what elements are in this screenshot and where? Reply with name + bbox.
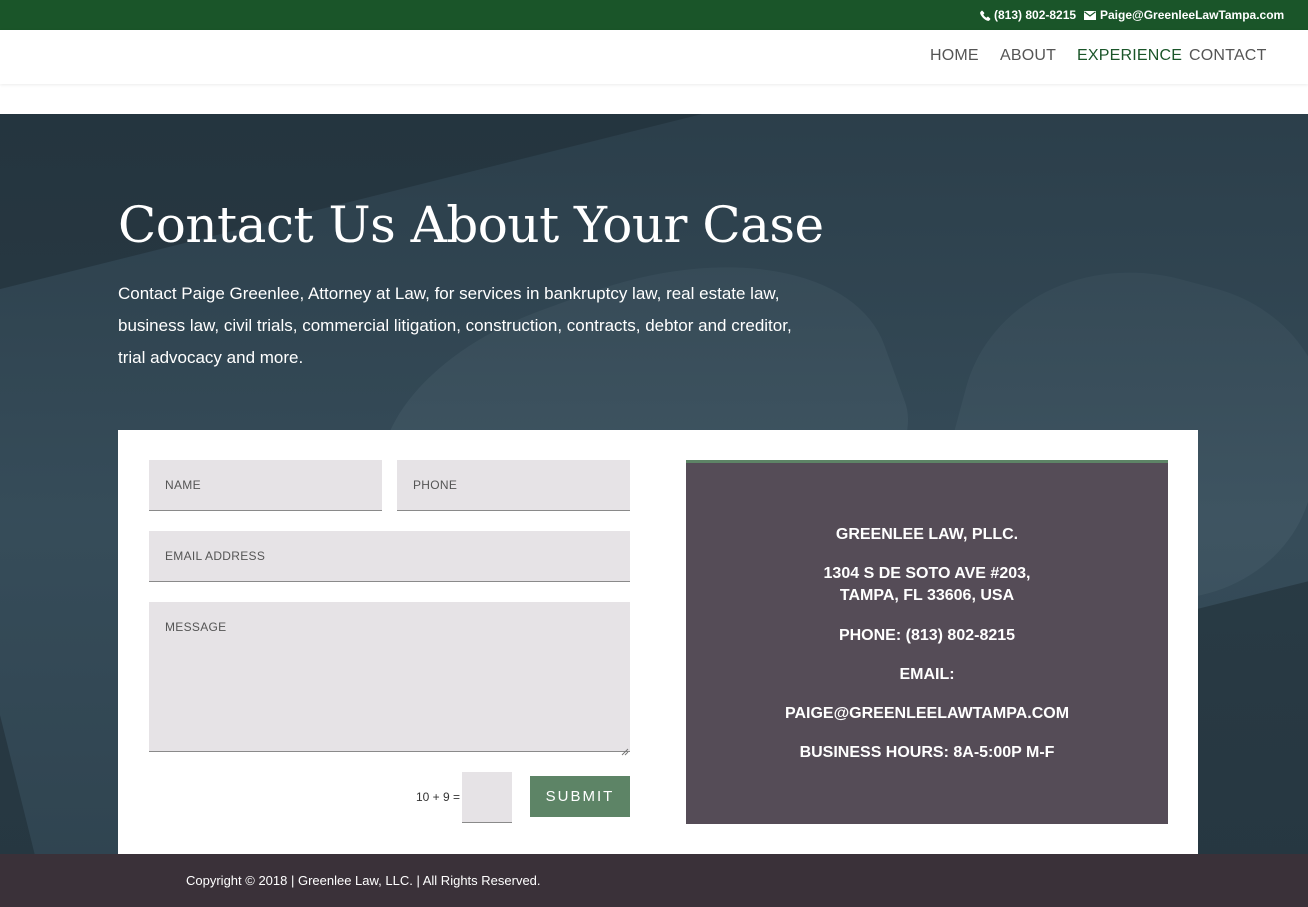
business-hours: BUSINESS HOURS: 8A-5:00P M-F bbox=[799, 744, 1055, 761]
topbar-phone-text: (813) 802-8215 bbox=[994, 8, 1077, 22]
nav-contact[interactable]: CONTACT bbox=[1189, 47, 1267, 65]
message-textarea[interactable] bbox=[149, 602, 630, 752]
address-line-2: TAMPA, FL 33606, USA bbox=[839, 587, 1015, 604]
envelope-icon bbox=[1084, 10, 1096, 20]
nav-home[interactable]: HOME bbox=[930, 47, 979, 65]
contact-info-panel: GREENLEE LAW, PLLC. 1304 S DE SOTO AVE #… bbox=[686, 460, 1168, 824]
copyright-text: Copyright © 2018 | Greenlee Law, LLC. | … bbox=[186, 873, 541, 888]
page-title: Contact Us About Your Case bbox=[118, 196, 824, 254]
topbar-email-text: Paige@GreenleeLawTampa.com bbox=[1100, 8, 1285, 22]
nav-experience[interactable]: EXPERIENCE bbox=[1077, 47, 1182, 65]
email-input[interactable] bbox=[149, 531, 630, 582]
firm-email[interactable]: PAIGE@GREENLEELAWTAMPA.COM bbox=[686, 703, 1168, 725]
captcha-label: 10 + 9 = bbox=[416, 790, 461, 804]
main-nav: HOME ABOUT EXPERIENCE CONTACT bbox=[0, 30, 1308, 84]
firm-name: GREENLEE LAW, PLLC. bbox=[835, 526, 1019, 543]
firm-address: 1304 S DE SOTO AVE #203, TAMPA, FL 33606… bbox=[686, 563, 1168, 607]
topbar-email[interactable]: Paige@GreenleeLawTampa.com bbox=[1084, 8, 1284, 22]
name-input[interactable] bbox=[149, 460, 382, 511]
firm-phone: PHONE: (813) 802-8215 bbox=[838, 627, 1016, 644]
contact-card: 10 + 9 = SUBMIT GREENLEE LAW, PLLC. 1304… bbox=[118, 430, 1198, 854]
topbar-phone[interactable]: (813) 802-8215 bbox=[980, 8, 1076, 22]
phone-input[interactable] bbox=[397, 460, 630, 511]
email-label: EMAIL: bbox=[899, 666, 955, 683]
address-line-1: 1304 S DE SOTO AVE #203, bbox=[823, 565, 1031, 582]
top-bar: (813) 802-8215 Paige@GreenleeLawTampa.co… bbox=[0, 0, 1308, 30]
nav-about[interactable]: ABOUT bbox=[1000, 47, 1056, 65]
footer: Copyright © 2018 | Greenlee Law, LLC. | … bbox=[0, 854, 1308, 907]
phone-icon bbox=[980, 10, 991, 21]
resize-grip-icon[interactable] bbox=[621, 743, 629, 756]
hero-intro: Contact Paige Greenlee, Attorney at Law,… bbox=[118, 284, 792, 367]
captcha-input[interactable] bbox=[462, 772, 512, 823]
submit-button[interactable]: SUBMIT bbox=[530, 776, 630, 817]
